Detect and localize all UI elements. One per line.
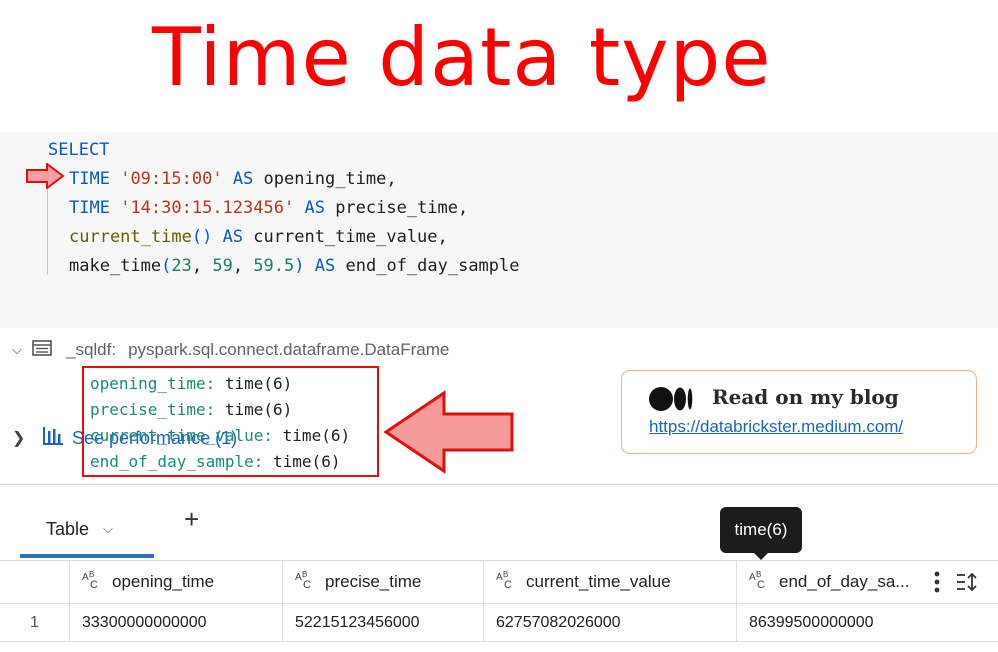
svg-text:B: B xyxy=(503,571,508,579)
svg-text:A: A xyxy=(496,572,503,583)
svg-text:C: C xyxy=(504,579,512,589)
arrow-left-icon xyxy=(382,390,516,479)
row-index-header xyxy=(0,561,70,603)
row-index: 1 xyxy=(0,604,70,641)
paren: () xyxy=(191,227,213,247)
number-literal: 59.5 xyxy=(253,256,295,276)
sql-code[interactable]: SELECT TIME '09:15:00' AS opening_time, … xyxy=(48,136,520,281)
schema-row: opening_time: time(6) xyxy=(90,371,377,397)
keyword: AS xyxy=(232,169,254,189)
schema-row: current_time_value: time(6) xyxy=(90,423,377,449)
string-literal: '14:30:15.123456' xyxy=(120,198,295,218)
dataframe-type: pyspark.sql.connect.dataframe.DataFrame xyxy=(128,340,450,359)
field-type: time(6) xyxy=(215,400,293,419)
field-name: opening_time: xyxy=(90,374,216,393)
field-name: precise_time: xyxy=(90,400,216,419)
column-type-tooltip: time(6) xyxy=(720,507,802,553)
paren: ) xyxy=(294,256,305,276)
code-line-1: TIME '09:15:00' AS opening_time, xyxy=(48,165,520,194)
add-tab-icon[interactable]: + xyxy=(184,506,199,532)
chevron-down-icon[interactable]: ⌵ xyxy=(12,342,32,358)
tab-table[interactable]: Table ⌵ xyxy=(20,500,154,558)
table-cell[interactable]: 52215123456000 xyxy=(283,604,484,641)
code-cell[interactable]: SELECT TIME '09:15:00' AS opening_time, … xyxy=(0,132,998,448)
tooltip-pointer xyxy=(753,552,769,560)
active-tab-indicator xyxy=(20,554,154,558)
svg-text:C: C xyxy=(303,579,311,589)
field-name: end_of_day_sample: xyxy=(90,452,264,471)
arrow-right-icon xyxy=(25,162,65,194)
keyword: TIME xyxy=(69,198,110,218)
medium-logo-icon xyxy=(649,386,693,417)
svg-text:A: A xyxy=(82,572,89,583)
string-type-icon: ABC xyxy=(496,570,518,594)
alias: end_of_day_sample xyxy=(345,256,520,276)
sort-icon[interactable] xyxy=(956,572,978,597)
svg-text:B: B xyxy=(756,571,761,579)
function-name: make_time xyxy=(69,256,162,276)
alias: opening_time, xyxy=(263,169,397,189)
number-literal: 59 xyxy=(212,256,233,276)
string-type-icon: ABC xyxy=(82,570,104,594)
column-header-label: end_of_day_sa... xyxy=(779,572,910,591)
table-cell[interactable]: 33300000000000 xyxy=(70,604,283,641)
string-literal: '09:15:00' xyxy=(120,169,223,189)
field-type: time(6) xyxy=(273,426,351,445)
svg-text:A: A xyxy=(295,572,302,583)
chevron-right-icon[interactable]: ❯ xyxy=(12,428,42,448)
divider xyxy=(0,484,998,485)
keyword-select: SELECT xyxy=(48,140,110,160)
svg-text:B: B xyxy=(302,571,307,579)
svg-text:B: B xyxy=(89,571,94,579)
column-header[interactable]: ABC current_time_value xyxy=(484,561,737,603)
dataframe-name: _sqldf: xyxy=(66,340,117,359)
column-header-label: current_time_value xyxy=(526,572,671,591)
column-header-label: precise_time xyxy=(325,572,422,591)
field-type: time(6) xyxy=(215,374,293,393)
number-literal: 23 xyxy=(171,256,192,276)
svg-text:A: A xyxy=(749,572,756,583)
table-cell[interactable]: 86399500000000 xyxy=(737,604,998,641)
page-title: Time data type xyxy=(152,11,772,104)
schema-row: precise_time: time(6) xyxy=(90,397,377,423)
svg-text:C: C xyxy=(757,579,765,589)
field-name: current_time_value: xyxy=(90,426,274,445)
column-header[interactable]: ABC precise_time xyxy=(283,561,484,603)
dataframe-info[interactable]: ⌵ _sqldf: pyspark.sql.connect.dataframe.… xyxy=(12,338,449,362)
function-name: current_time xyxy=(69,227,192,247)
schema-row: end_of_day_sample: time(6) xyxy=(90,449,377,475)
read-on-blog-label: Read on my blog xyxy=(712,385,899,409)
svg-text:C: C xyxy=(90,579,98,589)
table-cell[interactable]: 62757082026000 xyxy=(484,604,737,641)
table-header-row: ABC opening_time ABC precise_time ABC cu… xyxy=(0,560,998,604)
table-row[interactable]: 1 33300000000000 52215123456000 62757082… xyxy=(0,604,998,642)
tab-table-label: Table xyxy=(46,518,90,539)
column-header[interactable]: ABC end_of_day_sa... xyxy=(737,561,998,603)
schema-list: opening_time: time(6) precise_time: time… xyxy=(82,366,379,477)
blog-link[interactable]: https://databrickster.medium.com/ xyxy=(649,417,903,437)
table-icon xyxy=(32,339,52,361)
string-type-icon: ABC xyxy=(749,570,771,594)
column-header[interactable]: ABC opening_time xyxy=(70,561,283,603)
alias: precise_time, xyxy=(335,198,469,218)
kebab-menu-icon[interactable] xyxy=(934,571,940,598)
alias: current_time_value, xyxy=(253,227,448,247)
keyword: TIME xyxy=(69,169,110,189)
keyword: AS xyxy=(304,198,325,218)
code-line-select: SELECT xyxy=(48,136,520,165)
field-type: time(6) xyxy=(263,452,341,471)
code-line-2: TIME '14:30:15.123456' AS precise_time, xyxy=(48,194,520,223)
chevron-down-icon[interactable]: ⌵ xyxy=(103,521,113,537)
code-line-4: make_time(23, 59, 59.5) AS end_of_day_sa… xyxy=(69,256,520,276)
column-header-label: opening_time xyxy=(112,572,215,591)
string-type-icon: ABC xyxy=(295,570,317,594)
paren: ( xyxy=(161,256,172,276)
keyword: AS xyxy=(222,227,244,247)
keyword: AS xyxy=(314,256,336,276)
blog-card[interactable]: Read on my blog https://databrickster.me… xyxy=(621,370,977,454)
bar-chart-icon xyxy=(42,426,64,451)
results-table: ABC opening_time ABC precise_time ABC cu… xyxy=(0,560,998,642)
code-line-3: current_time() AS current_time_value, xyxy=(48,223,520,252)
